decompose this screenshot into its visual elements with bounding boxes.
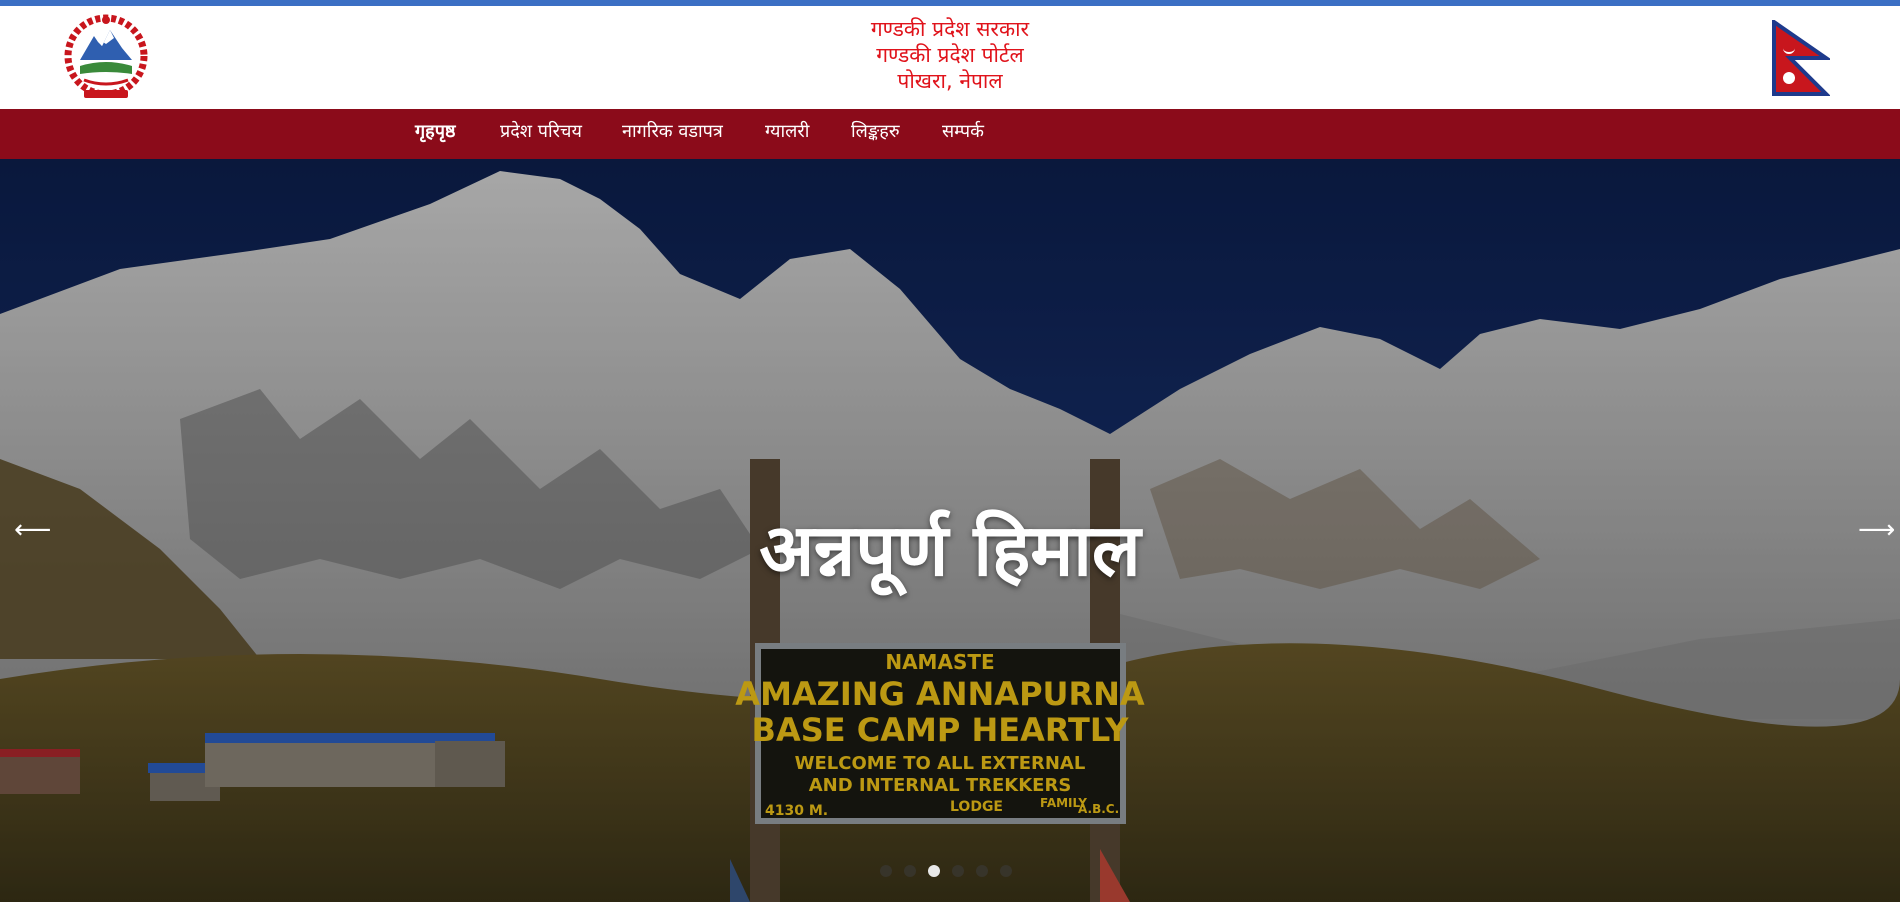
carousel-dot-5[interactable] [976,865,988,877]
nav-item-contact[interactable]: सम्पर्क [942,109,984,155]
nav-item-links[interactable]: लिङ्कहरु [851,109,900,155]
nepal-emblem-icon[interactable] [54,14,158,102]
arrow-right-icon[interactable]: ⟶ [1858,515,1895,545]
nav-item-gallery[interactable]: ग्यालरी [765,109,809,155]
carousel-caption: अन्नपूर्ण हिमाल [759,508,1141,592]
arrow-left-icon[interactable]: ⟵ [14,515,51,545]
header-title-block: गण्डकी प्रदेश सरकार गण्डकी प्रदेश पोर्टल… [750,16,1150,94]
site-header: गण्डकी प्रदेश सरकार गण्डकी प्रदेश पोर्टल… [0,6,1900,109]
hero-carousel: NAMASTE AMAZING ANNAPURNA BASE CAMP HEAR… [0,159,1900,902]
nav-item-home[interactable]: गृहपृष्ठ [415,109,456,155]
carousel-dot-4[interactable] [952,865,964,877]
carousel-dot-2[interactable] [904,865,916,877]
carousel-dot-3[interactable] [928,865,940,877]
header-title-line3: पोखरा, नेपाल [897,69,1003,93]
nepal-flag-icon [1772,20,1830,96]
carousel-dot-1[interactable] [880,865,892,877]
header-title-line2: गण्डकी प्रदेश पोर्टल [876,43,1024,67]
carousel-dot-6[interactable] [1000,865,1012,877]
header-title-line1: गण्डकी प्रदेश सरकार [870,17,1030,41]
nav-item-province-intro[interactable]: प्रदेश परिचय [500,109,582,155]
nav-item-citizen-charter[interactable]: नागरिक वडापत्र [622,109,723,155]
carousel-indicators [880,863,1020,879]
main-navbar: गृहपृष्ठ प्रदेश परिचय नागरिक वडापत्र ग्य… [0,109,1900,159]
